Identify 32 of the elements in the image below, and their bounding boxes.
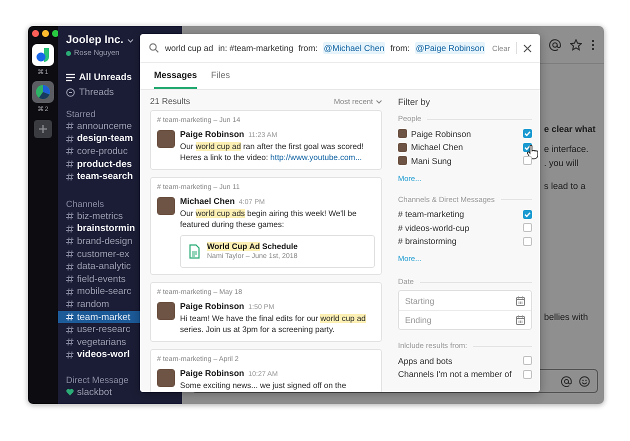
message-text: e clear what bbox=[544, 123, 597, 135]
filter-label: Mani Sung bbox=[411, 156, 452, 166]
filter-label: Channels I'm not a member of bbox=[398, 369, 512, 380]
filter-label: # videos-world-cup bbox=[398, 222, 470, 233]
section-title: Starred bbox=[66, 108, 97, 120]
section-title: Direct Message bbox=[66, 374, 130, 386]
message-text: Some exciting news... we just signed off on the bbox=[180, 380, 348, 391]
section-title: Channels bbox=[66, 198, 106, 210]
author-name: Paige Robinson bbox=[180, 368, 244, 379]
filter-label: # brainstorming bbox=[398, 236, 457, 246]
filter-label: Apps and bots bbox=[398, 356, 452, 366]
message-text: Our world cup ad ran after the first goal was scored! Heres a link to the video: http://www.youtube.com... bbox=[180, 141, 365, 163]
highlighted-text: world cup ads bbox=[196, 209, 245, 218]
message-text: bellies with bbox=[544, 311, 590, 323]
highlighted-text: world cup ad bbox=[320, 314, 366, 323]
message-text: s lead to a bbox=[544, 180, 587, 192]
team-name: Joolep Inc. bbox=[66, 34, 124, 47]
results-count: 21 Results bbox=[150, 96, 190, 106]
author-name: Paige Robinson bbox=[180, 129, 244, 140]
author-name: Paige Robinson bbox=[180, 301, 244, 312]
highlighted-text: World Cup Ad bbox=[207, 242, 260, 251]
file-title: World Cup Ad Schedule bbox=[207, 241, 298, 252]
message-text: e interface. bbox=[544, 143, 590, 155]
message-text: . you will bbox=[544, 157, 580, 169]
filter-label: Paige Robinson bbox=[411, 128, 472, 139]
highlighted-text: world cup ad bbox=[196, 142, 241, 151]
message-text: Our world cup ads begin airing this week! We'll be featured during these games: bbox=[180, 208, 358, 230]
filter-label: Michael Chen bbox=[411, 142, 463, 152]
filter-title: Filter by bbox=[398, 97, 432, 108]
filter-label: # team-marketing bbox=[398, 209, 464, 220]
message-text: Hi team! We have the final edits for our world cup ad series. Join us at 3pm for a screening party. bbox=[180, 313, 367, 335]
author-name: Michael Chen bbox=[180, 196, 235, 207]
